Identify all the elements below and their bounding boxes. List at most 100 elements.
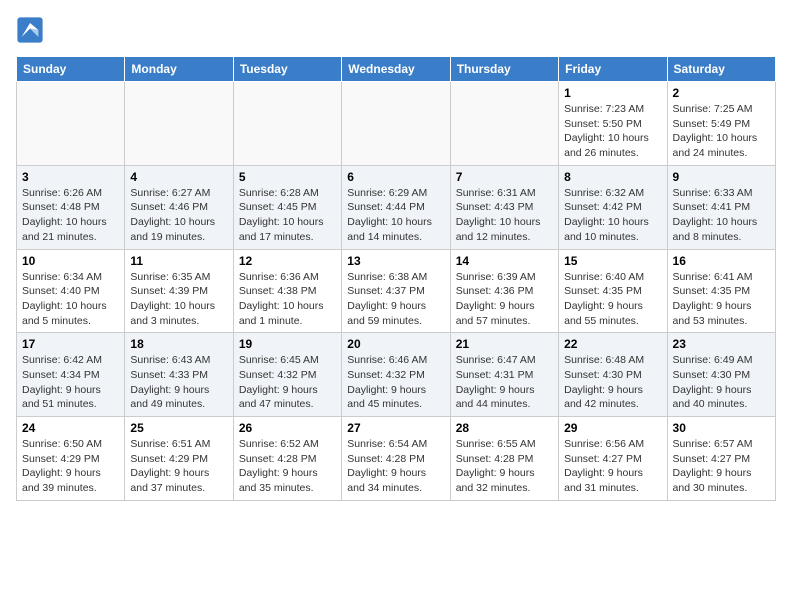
calendar-cell: 10 Sunrise: 6:34 AM Sunset: 4:40 PM Dayli…	[17, 249, 125, 333]
calendar-header-row: SundayMondayTuesdayWednesdayThursdayFrid…	[17, 57, 776, 82]
day-info: Sunrise: 6:45 AM Sunset: 4:32 PM Dayligh…	[239, 353, 336, 412]
logo-icon	[16, 16, 44, 44]
day-info: Sunrise: 6:56 AM Sunset: 4:27 PM Dayligh…	[564, 437, 661, 496]
day-info: Sunrise: 6:52 AM Sunset: 4:28 PM Dayligh…	[239, 437, 336, 496]
calendar-cell: 8Sunrise: 6:32 AM Sunset: 4:42 PM Daylig…	[559, 165, 667, 249]
calendar-cell	[233, 82, 341, 166]
weekday-header: Wednesday	[342, 57, 450, 82]
calendar-cell: 9 Sunrise: 6:33 AM Sunset: 4:41 PM Daylig…	[667, 165, 775, 249]
calendar-cell: 23 Sunrise: 6:49 AM Sunset: 4:30 PM Dayli…	[667, 333, 775, 417]
day-number: 25	[130, 421, 227, 435]
day-info: Sunrise: 6:29 AM Sunset: 4:44 PM Dayligh…	[347, 186, 444, 245]
day-number: 20	[347, 337, 444, 351]
day-number: 1	[564, 86, 661, 100]
day-number: 2	[673, 86, 770, 100]
calendar-cell: 5 Sunrise: 6:28 AM Sunset: 4:45 PM Daylig…	[233, 165, 341, 249]
day-number: 5	[239, 170, 336, 184]
calendar-cell: 20 Sunrise: 6:46 AM Sunset: 4:32 PM Dayli…	[342, 333, 450, 417]
logo	[16, 16, 46, 44]
day-info: Sunrise: 6:36 AM Sunset: 4:38 PM Dayligh…	[239, 270, 336, 329]
day-number: 9	[673, 170, 770, 184]
weekday-header: Friday	[559, 57, 667, 82]
day-info: Sunrise: 6:57 AM Sunset: 4:27 PM Dayligh…	[673, 437, 770, 496]
calendar-cell: 6Sunrise: 6:29 AM Sunset: 4:44 PM Daylig…	[342, 165, 450, 249]
day-number: 18	[130, 337, 227, 351]
calendar-cell: 13 Sunrise: 6:38 AM Sunset: 4:37 PM Dayli…	[342, 249, 450, 333]
weekday-header: Monday	[125, 57, 233, 82]
day-number: 16	[673, 254, 770, 268]
day-number: 15	[564, 254, 661, 268]
calendar-cell: 29 Sunrise: 6:56 AM Sunset: 4:27 PM Dayli…	[559, 417, 667, 501]
day-info: Sunrise: 6:40 AM Sunset: 4:35 PM Dayligh…	[564, 270, 661, 329]
calendar-cell: 18 Sunrise: 6:43 AM Sunset: 4:33 PM Dayli…	[125, 333, 233, 417]
calendar-cell: 14Sunrise: 6:39 AM Sunset: 4:36 PM Dayli…	[450, 249, 558, 333]
calendar-cell: 25Sunrise: 6:51 AM Sunset: 4:29 PM Dayli…	[125, 417, 233, 501]
day-info: Sunrise: 6:32 AM Sunset: 4:42 PM Dayligh…	[564, 186, 661, 245]
day-info: Sunrise: 6:49 AM Sunset: 4:30 PM Dayligh…	[673, 353, 770, 412]
calendar-week-row: 24Sunrise: 6:50 AM Sunset: 4:29 PM Dayli…	[17, 417, 776, 501]
calendar-cell: 1 Sunrise: 7:23 AM Sunset: 5:50 PM Daylig…	[559, 82, 667, 166]
day-number: 10	[22, 254, 119, 268]
calendar-cell: 7 Sunrise: 6:31 AM Sunset: 4:43 PM Daylig…	[450, 165, 558, 249]
calendar-cell	[125, 82, 233, 166]
weekday-header: Tuesday	[233, 57, 341, 82]
day-info: Sunrise: 6:31 AM Sunset: 4:43 PM Dayligh…	[456, 186, 553, 245]
day-info: Sunrise: 6:27 AM Sunset: 4:46 PM Dayligh…	[130, 186, 227, 245]
day-info: Sunrise: 6:48 AM Sunset: 4:30 PM Dayligh…	[564, 353, 661, 412]
calendar-cell: 26Sunrise: 6:52 AM Sunset: 4:28 PM Dayli…	[233, 417, 341, 501]
day-info: Sunrise: 6:43 AM Sunset: 4:33 PM Dayligh…	[130, 353, 227, 412]
calendar-cell: 24Sunrise: 6:50 AM Sunset: 4:29 PM Dayli…	[17, 417, 125, 501]
calendar-cell: 11Sunrise: 6:35 AM Sunset: 4:39 PM Dayli…	[125, 249, 233, 333]
day-info: Sunrise: 6:55 AM Sunset: 4:28 PM Dayligh…	[456, 437, 553, 496]
calendar-cell: 12 Sunrise: 6:36 AM Sunset: 4:38 PM Dayli…	[233, 249, 341, 333]
weekday-header: Thursday	[450, 57, 558, 82]
calendar-week-row: 3 Sunrise: 6:26 AM Sunset: 4:48 PM Daylig…	[17, 165, 776, 249]
calendar-table: SundayMondayTuesdayWednesdayThursdayFrid…	[16, 56, 776, 501]
day-info: Sunrise: 7:25 AM Sunset: 5:49 PM Dayligh…	[673, 102, 770, 161]
day-number: 7	[456, 170, 553, 184]
day-number: 17	[22, 337, 119, 351]
day-info: Sunrise: 7:23 AM Sunset: 5:50 PM Dayligh…	[564, 102, 661, 161]
day-info: Sunrise: 6:28 AM Sunset: 4:45 PM Dayligh…	[239, 186, 336, 245]
weekday-header: Saturday	[667, 57, 775, 82]
day-info: Sunrise: 6:33 AM Sunset: 4:41 PM Dayligh…	[673, 186, 770, 245]
calendar-cell: 21Sunrise: 6:47 AM Sunset: 4:31 PM Dayli…	[450, 333, 558, 417]
calendar-week-row: 10 Sunrise: 6:34 AM Sunset: 4:40 PM Dayli…	[17, 249, 776, 333]
calendar-cell	[17, 82, 125, 166]
day-number: 12	[239, 254, 336, 268]
day-info: Sunrise: 6:42 AM Sunset: 4:34 PM Dayligh…	[22, 353, 119, 412]
calendar-cell: 17 Sunrise: 6:42 AM Sunset: 4:34 PM Dayli…	[17, 333, 125, 417]
day-info: Sunrise: 6:26 AM Sunset: 4:48 PM Dayligh…	[22, 186, 119, 245]
day-number: 19	[239, 337, 336, 351]
calendar-cell: 19 Sunrise: 6:45 AM Sunset: 4:32 PM Dayli…	[233, 333, 341, 417]
day-number: 23	[673, 337, 770, 351]
day-info: Sunrise: 6:50 AM Sunset: 4:29 PM Dayligh…	[22, 437, 119, 496]
day-info: Sunrise: 6:46 AM Sunset: 4:32 PM Dayligh…	[347, 353, 444, 412]
day-number: 13	[347, 254, 444, 268]
day-number: 22	[564, 337, 661, 351]
weekday-header: Sunday	[17, 57, 125, 82]
calendar-cell: 3 Sunrise: 6:26 AM Sunset: 4:48 PM Daylig…	[17, 165, 125, 249]
calendar-cell: 28Sunrise: 6:55 AM Sunset: 4:28 PM Dayli…	[450, 417, 558, 501]
calendar-cell: 27Sunrise: 6:54 AM Sunset: 4:28 PM Dayli…	[342, 417, 450, 501]
day-number: 4	[130, 170, 227, 184]
calendar-cell: 22 Sunrise: 6:48 AM Sunset: 4:30 PM Dayli…	[559, 333, 667, 417]
calendar-cell	[450, 82, 558, 166]
day-number: 29	[564, 421, 661, 435]
day-info: Sunrise: 6:54 AM Sunset: 4:28 PM Dayligh…	[347, 437, 444, 496]
day-number: 30	[673, 421, 770, 435]
day-number: 3	[22, 170, 119, 184]
day-number: 11	[130, 254, 227, 268]
day-info: Sunrise: 6:47 AM Sunset: 4:31 PM Dayligh…	[456, 353, 553, 412]
calendar-cell: 2 Sunrise: 7:25 AM Sunset: 5:49 PM Daylig…	[667, 82, 775, 166]
day-info: Sunrise: 6:34 AM Sunset: 4:40 PM Dayligh…	[22, 270, 119, 329]
day-info: Sunrise: 6:39 AM Sunset: 4:36 PM Dayligh…	[456, 270, 553, 329]
calendar-cell: 15 Sunrise: 6:40 AM Sunset: 4:35 PM Dayli…	[559, 249, 667, 333]
calendar-cell	[342, 82, 450, 166]
calendar-cell: 30 Sunrise: 6:57 AM Sunset: 4:27 PM Dayli…	[667, 417, 775, 501]
calendar-cell: 4 Sunrise: 6:27 AM Sunset: 4:46 PM Daylig…	[125, 165, 233, 249]
calendar-week-row: 17 Sunrise: 6:42 AM Sunset: 4:34 PM Dayli…	[17, 333, 776, 417]
calendar-cell: 16Sunrise: 6:41 AM Sunset: 4:35 PM Dayli…	[667, 249, 775, 333]
day-info: Sunrise: 6:38 AM Sunset: 4:37 PM Dayligh…	[347, 270, 444, 329]
page-header	[16, 16, 776, 44]
